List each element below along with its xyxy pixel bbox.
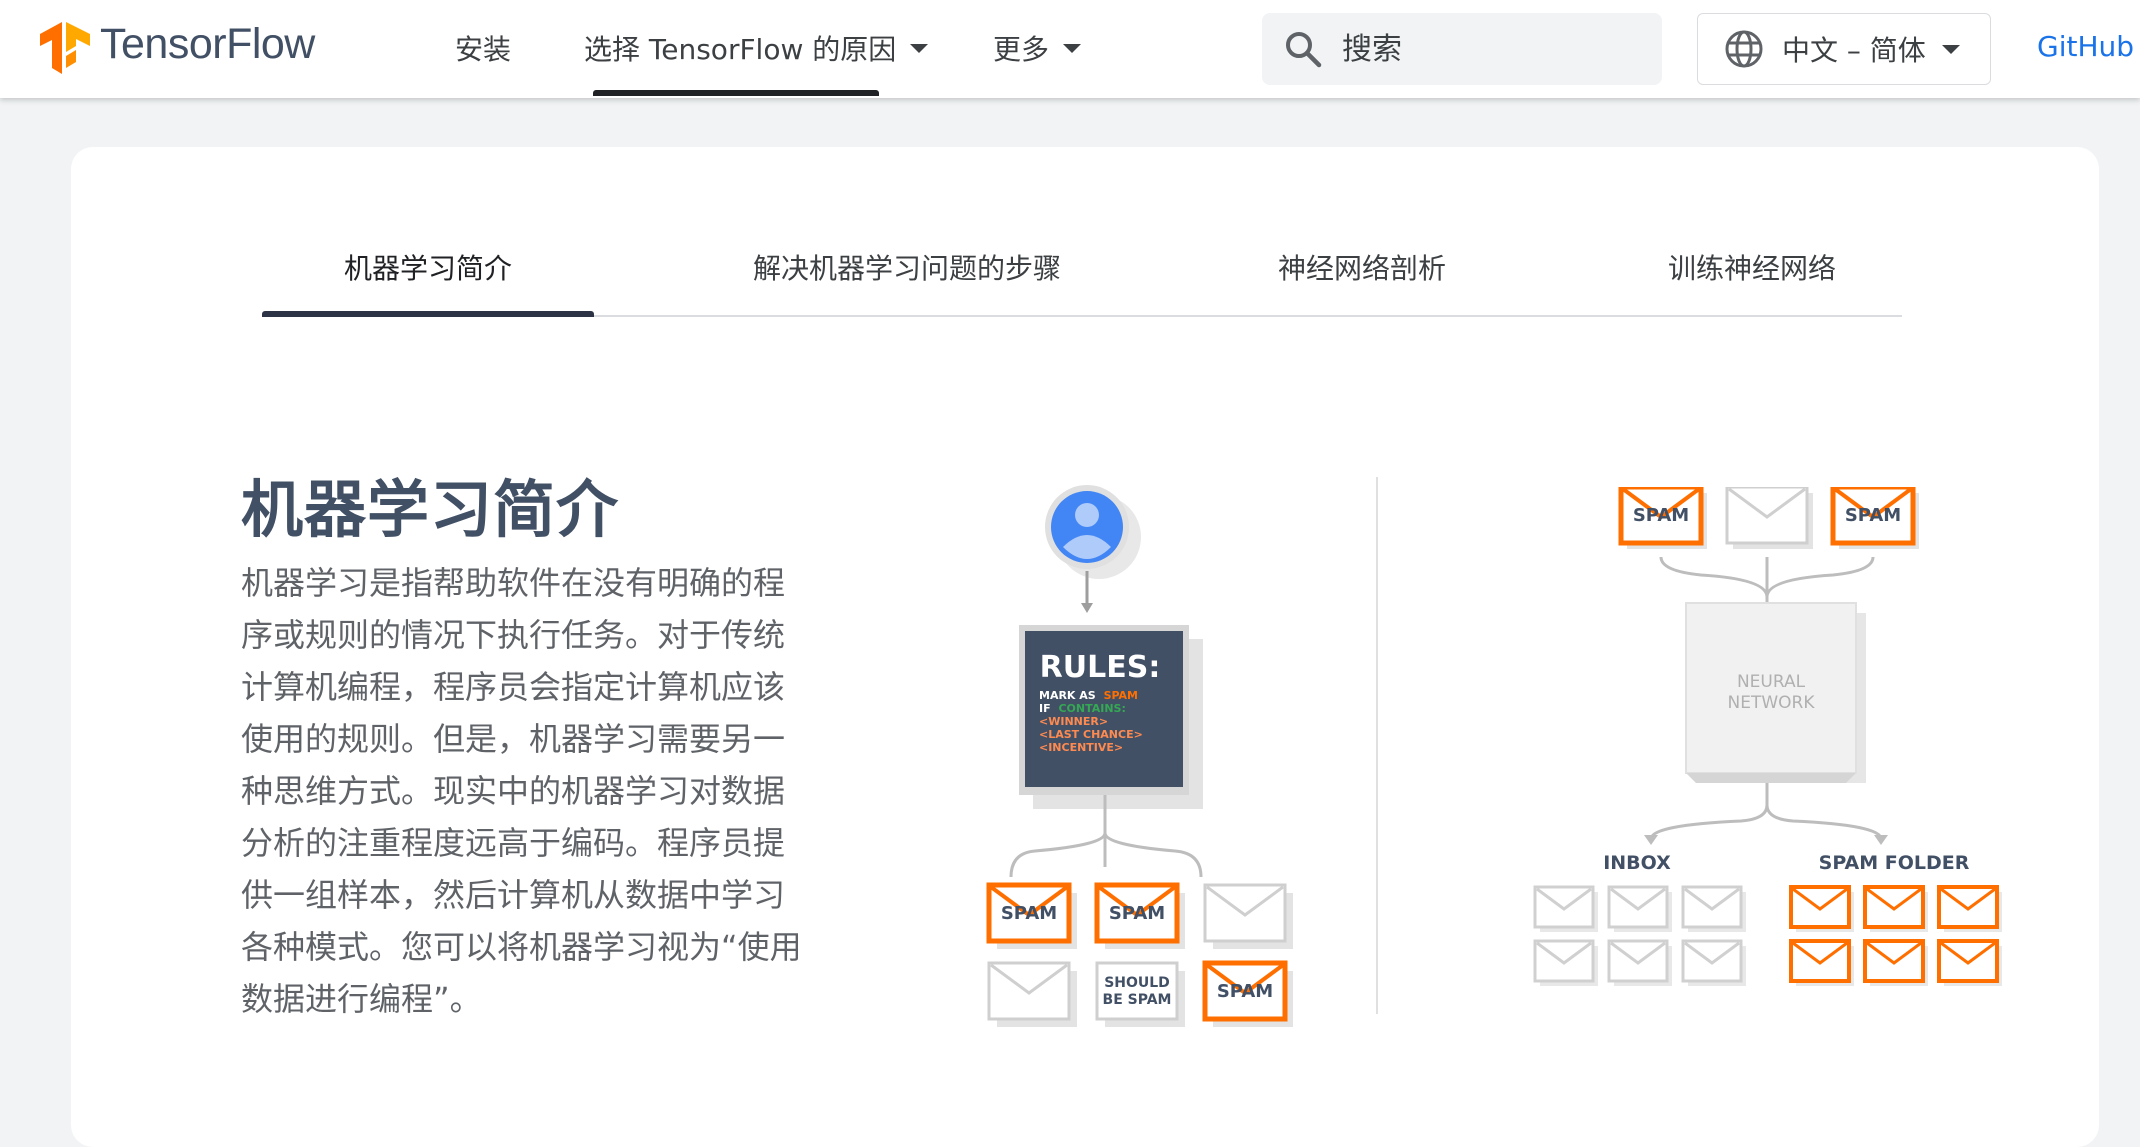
body-line: 种思维方式。现实中的机器学习对数据 xyxy=(241,772,786,810)
nav-why-label: 选择 TensorFlow 的原因 xyxy=(584,33,897,66)
dropdown-caret-icon xyxy=(1941,44,1960,54)
should-be-spam-envelope-icon: SHOULD BE SPAM xyxy=(1095,961,1185,1027)
rules-spam: SPAM xyxy=(1104,689,1138,702)
spam-label: SPAM xyxy=(1217,981,1273,1002)
section-title: 机器学习简介 xyxy=(241,473,620,546)
spam-envelope-icon: SPAM xyxy=(989,885,1077,949)
nav-install-label: 安装 xyxy=(455,33,512,66)
svg-text:IF CONTAINS:: IF CONTAINS: xyxy=(1039,702,1126,715)
spam-label: SPAM xyxy=(1109,903,1165,924)
language-selector[interactable]: 中文 – 简体 xyxy=(1697,13,1991,85)
rules-winner: <WINNER> xyxy=(1039,715,1108,728)
body-line: 供一组样本，然后计算机从数据中学习 xyxy=(241,876,786,914)
rules-last-chance: <LAST CHANCE> xyxy=(1039,728,1143,741)
tab-nn-anatomy[interactable]: 神经网络剖析 xyxy=(1222,229,1502,309)
tab-ml-intro[interactable]: 机器学习简介 xyxy=(262,229,594,309)
rules-contains: CONTAINS: xyxy=(1058,702,1125,715)
nav-more-label: 更多 xyxy=(993,33,1050,66)
envelope-icon xyxy=(1533,885,1600,934)
brand-name[interactable]: TensorFlow xyxy=(100,20,315,69)
tab-label: 神经网络剖析 xyxy=(1277,252,1446,285)
tab-ml-steps[interactable]: 解决机器学习问题的步骤 xyxy=(742,229,1072,309)
spam-label: SPAM xyxy=(1633,505,1689,526)
envelope-icon xyxy=(987,961,1079,1027)
body-line: 计算机编程，程序员会指定计算机应该 xyxy=(241,668,786,706)
section-body: 机器学习是指帮助软件在没有明确的程 序或规则的情况下执行任务。对于传统 计算机编… xyxy=(241,557,811,1025)
tab-label: 训练神经网络 xyxy=(1667,252,1836,285)
rules-if: IF xyxy=(1039,702,1051,715)
envelope-icon xyxy=(1203,883,1295,951)
dropdown-caret-icon xyxy=(1063,43,1082,53)
body-line: 各种模式。您可以将机器学习视为“使用 xyxy=(241,928,802,966)
rules-illustration: RULES: MARK AS SPAM IF CONTAINS: <WINNER… xyxy=(975,485,1375,1027)
github-link[interactable]: GitHub xyxy=(2037,30,2134,63)
should-label: SHOULD xyxy=(1104,975,1170,991)
top-navigation-bar: TensorFlow 安装 选择 TensorFlow 的原因 更多 中文 – … xyxy=(0,0,2140,98)
spam-envelope-icon: SPAM xyxy=(1205,963,1293,1027)
tab-label: 机器学习简介 xyxy=(343,252,512,285)
envelope-icon xyxy=(1607,939,1674,988)
neural-label-2: NETWORK xyxy=(1728,693,1816,713)
tab-label: 解决机器学习问题的步骤 xyxy=(752,252,1061,285)
spam-folder-label: SPAM FOLDER xyxy=(1819,852,1970,874)
spam-envelope-icon: SPAM xyxy=(1621,487,1707,549)
nav-active-indicator xyxy=(593,90,879,96)
nav-install[interactable]: 安装 xyxy=(455,28,511,68)
inbox-label: INBOX xyxy=(1603,852,1671,874)
neural-label-1: NEURAL xyxy=(1737,672,1806,692)
dropdown-caret-icon xyxy=(910,43,929,53)
nav-why-tensorflow[interactable]: 选择 TensorFlow 的原因 xyxy=(584,28,929,68)
illustration-divider xyxy=(1376,477,1378,1014)
tab-bar: 机器学习简介 解决机器学习问题的步骤 神经网络剖析 训练神经网络 xyxy=(262,229,1902,317)
spam-label: SPAM xyxy=(1845,505,1901,526)
globe-icon xyxy=(1725,30,1763,68)
neural-network-illustration: SPAM SPAM NEURAL NETWORK INBOX SPAM FOLD… xyxy=(1533,487,2004,988)
language-label: 中文 – 简体 xyxy=(1782,34,1926,67)
body-line: 使用的规则。但是，机器学习需要另一 xyxy=(241,720,786,758)
search-icon xyxy=(1286,32,1322,68)
spam-envelope-icon: SPAM xyxy=(1833,487,1919,549)
neural-network-block: NEURAL NETWORK xyxy=(1685,602,1866,783)
nav-more[interactable]: 更多 xyxy=(993,28,1082,68)
rules-box: RULES: MARK AS SPAM IF CONTAINS: <WINNER… xyxy=(1019,625,1203,809)
body-line: 数据进行编程”。 xyxy=(241,980,482,1018)
body-line: 分析的注重程度远高于编码。程序员提 xyxy=(241,824,786,862)
rules-mark-as: MARK AS xyxy=(1039,689,1096,702)
spam-envelope-icon xyxy=(1937,885,2004,934)
tab-active-indicator xyxy=(262,311,594,317)
user-avatar-icon xyxy=(1045,485,1129,569)
spam-label: SPAM xyxy=(1001,903,1057,924)
tensorflow-logo-icon[interactable] xyxy=(38,22,92,76)
search-input[interactable] xyxy=(1340,30,1644,68)
rules-incentive: <INCENTIVE> xyxy=(1039,741,1123,754)
svg-text:MARK AS SPAM: MARK AS SPAM xyxy=(1039,689,1138,702)
spam-envelope-icon xyxy=(1863,939,1930,988)
envelope-icon xyxy=(1681,885,1748,934)
body-line: 序或规则的情况下执行任务。对于传统 xyxy=(241,616,786,654)
spam-envelope-icon: SPAM xyxy=(1097,885,1185,949)
content-card: 机器学习简介 解决机器学习问题的步骤 神经网络剖析 训练神经网络 机器学习简介 … xyxy=(71,147,2099,1147)
rules-title: RULES: xyxy=(1040,650,1161,685)
search-box[interactable] xyxy=(1262,13,1662,85)
envelope-icon xyxy=(1533,939,1600,988)
be-spam-label: BE SPAM xyxy=(1103,992,1172,1008)
envelope-icon xyxy=(1681,939,1748,988)
spam-envelope-icon xyxy=(1789,939,1856,988)
envelope-icon xyxy=(1607,885,1674,934)
envelope-icon xyxy=(1725,487,1815,551)
tab-train-nn[interactable]: 训练神经网络 xyxy=(1632,229,1872,309)
body-line: 机器学习是指帮助软件在没有明确的程 xyxy=(241,564,786,602)
spam-envelope-icon xyxy=(1937,939,2004,988)
spam-envelope-icon xyxy=(1863,885,1930,934)
spam-envelope-icon xyxy=(1789,885,1856,934)
